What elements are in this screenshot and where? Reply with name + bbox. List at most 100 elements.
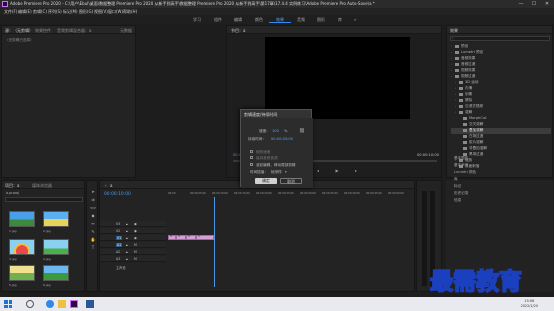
lock-icon[interactable]: 🔒︎ [126, 243, 128, 247]
audio-pitch-checkbox[interactable] [250, 156, 253, 159]
track-header[interactable]: A2 🔒︎ M [100, 249, 166, 255]
tab-audio-mixer[interactable]: 音频剪辑混合器：a [57, 28, 91, 34]
hand-tool-icon[interactable]: ✋ [90, 237, 96, 242]
edge-browser-icon[interactable] [46, 300, 54, 308]
minimize-button[interactable]: — [516, 1, 526, 7]
video-clip[interactable]: fx [186, 235, 196, 240]
pen-tool-icon[interactable]: ✎ [90, 229, 96, 234]
timeline-close-icon[interactable]: × [104, 183, 107, 188]
thumb-6[interactable] [43, 265, 69, 281]
track-name[interactable]: V1 [116, 236, 123, 240]
word-icon[interactable] [86, 300, 94, 308]
lock-icon[interactable]: 🔒︎ [126, 222, 128, 226]
track-header[interactable]: V2 🔒︎ ◉ [100, 228, 166, 234]
workspace-assembly[interactable]: 组件 [214, 17, 222, 23]
side-panel-label[interactable]: 库 [454, 177, 458, 182]
track-name[interactable]: V3 [116, 222, 120, 226]
side-panel-label[interactable]: 历史记录 [454, 191, 468, 196]
chevron-right-icon[interactable]: › [451, 74, 454, 78]
time-ruler[interactable]: 00:00 00:00:05:00 00:00:10:00 00:00:15:00 00… [168, 192, 414, 200]
track-header[interactable]: A3 🔒︎ M [100, 256, 166, 262]
chevron-right-icon[interactable]: › [455, 92, 458, 96]
project-search-input[interactable] [5, 197, 83, 202]
mute-icon[interactable]: M [134, 250, 137, 254]
ripple-checkbox[interactable] [250, 163, 253, 166]
chevron-right-icon[interactable]: › [451, 56, 454, 60]
step-forward-icon[interactable]: ▸ [355, 168, 357, 173]
close-button[interactable]: ✕ [542, 1, 552, 7]
track-name[interactable]: A2 [116, 250, 120, 254]
lock-icon[interactable]: 🔒︎ [126, 236, 128, 240]
premiere-taskbar-icon[interactable] [70, 300, 78, 308]
play-icon[interactable]: ▶ [335, 168, 338, 173]
tab-effect-controls[interactable]: 效果控件 [35, 28, 51, 34]
video-clip[interactable]: fx [168, 235, 176, 240]
mute-icon[interactable]: M [134, 257, 137, 261]
eye-icon[interactable]: ◉ [134, 222, 137, 226]
track-header[interactable]: A1 🔒︎ M [100, 242, 166, 248]
workspace-editing[interactable]: 编辑 [234, 17, 242, 23]
system-clock[interactable]: 15:06 2022/1/20 [521, 299, 538, 308]
thumb-3[interactable] [9, 239, 35, 255]
lock-icon[interactable]: 🔒︎ [126, 229, 128, 233]
chevron-right-icon[interactable]: › [451, 50, 454, 54]
track-name[interactable]: A3 [116, 257, 120, 261]
tab-source[interactable]: 源：（无剪辑） [5, 28, 33, 34]
link-icon[interactable]: ⛓ [299, 129, 305, 134]
duration-field[interactable]: 00:00:03:00 [271, 137, 293, 141]
side-panel-label[interactable]: 标记 [454, 184, 461, 189]
chevron-right-icon[interactable]: › [455, 98, 458, 102]
tab-sequence[interactable]: a [110, 183, 112, 188]
chevron-right-icon[interactable]: › [455, 104, 458, 108]
effects-search-input[interactable]: ⌕ [450, 36, 550, 41]
eye-icon[interactable]: ◉ [134, 229, 137, 233]
ripple-edit-tool-icon[interactable]: ⟺ [90, 205, 96, 210]
cancel-button[interactable]: 取消 [280, 178, 302, 184]
chevron-right-icon[interactable]: › [451, 62, 454, 66]
track-header[interactable]: V1 🔒︎ ◉ [100, 235, 166, 241]
video-clip[interactable]: fx [176, 235, 186, 240]
thumb-5[interactable] [9, 265, 35, 281]
chevron-right-icon[interactable]: › [451, 44, 454, 48]
side-panel-label[interactable]: Lumetri 颜色 [454, 170, 476, 175]
thumb-1[interactable] [9, 211, 35, 227]
tab-media-browser[interactable]: 媒体浏览器 [32, 183, 52, 189]
side-panel-label[interactable]: 基本图形 [454, 156, 468, 161]
windows-start-icon[interactable] [4, 300, 12, 308]
track-name[interactable]: A1 [116, 243, 123, 247]
side-panel-label[interactable]: 基本声音 [454, 163, 468, 168]
reverse-checkbox[interactable] [250, 150, 253, 153]
interpolation-select[interactable]: 帧采样 [271, 170, 282, 175]
workspace-more-icon[interactable]: » [354, 17, 356, 22]
maximize-button[interactable]: ☐ [529, 1, 539, 7]
selection-tool-icon[interactable]: ➤ [90, 189, 96, 194]
lock-icon[interactable]: 🔒︎ [126, 250, 128, 254]
ok-button[interactable]: 确定 [255, 178, 277, 184]
mute-icon[interactable]: M [134, 243, 137, 247]
workspace-color[interactable]: 颜色 [255, 17, 263, 23]
chevron-right-icon[interactable]: › [455, 86, 458, 90]
file-explorer-icon[interactable] [58, 300, 66, 308]
tab-program[interactable]: 节目：a [231, 28, 245, 34]
timeline-timecode[interactable]: 00:00:10:00 [104, 192, 131, 197]
chevron-right-icon[interactable]: › [451, 68, 454, 72]
tab-project[interactable]: 项目：a [5, 183, 19, 189]
thumb-4[interactable] [43, 239, 69, 255]
workspace-learn[interactable]: 学习 [193, 17, 201, 23]
workspace-libraries[interactable]: 库 [338, 17, 342, 23]
chevron-right-icon[interactable]: › [455, 80, 458, 84]
razor-tool-icon[interactable]: ◆ [90, 213, 96, 218]
slip-tool-icon[interactable]: ↔ [90, 221, 96, 226]
chevron-down-icon[interactable]: ▾ [285, 170, 287, 174]
search-icon[interactable] [26, 300, 34, 308]
track-select-tool-icon[interactable]: ⇉ [90, 197, 96, 202]
side-panel-label[interactable]: 信息 [454, 198, 461, 203]
workspace-graphics[interactable]: 图形 [317, 17, 325, 23]
track-name[interactable]: V2 [116, 229, 120, 233]
video-clip[interactable]: fx [196, 235, 214, 240]
lock-icon[interactable]: 🔒︎ [126, 257, 128, 261]
workspace-audio[interactable]: 音频 [297, 17, 305, 23]
tab-effects[interactable]: 效果 [450, 28, 458, 34]
speed-field[interactable]: 100 [272, 129, 279, 133]
thumb-2[interactable] [43, 211, 69, 227]
